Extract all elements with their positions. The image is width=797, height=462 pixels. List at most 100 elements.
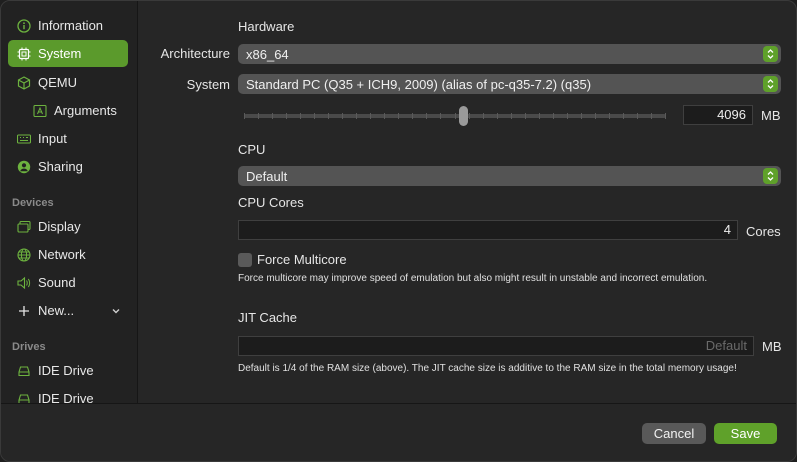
sidebar: Information System QEMU Arguments Input [1, 1, 138, 406]
force-multicore-checkbox[interactable] [238, 253, 252, 267]
slider-tick [426, 113, 427, 119]
keyboard-icon [17, 132, 31, 146]
popup-stepper-icon [763, 168, 778, 184]
memory-slider[interactable] [244, 105, 666, 127]
slider-tick [286, 113, 287, 119]
speaker-icon [17, 276, 31, 290]
slider-tick [623, 113, 624, 119]
cpu-select[interactable]: Default [238, 166, 781, 186]
sidebar-item-input[interactable]: Input [8, 125, 128, 152]
slider-tick [342, 113, 343, 119]
info-icon [17, 18, 31, 33]
sidebar-item-new-device[interactable]: New... [8, 297, 128, 324]
force-multicore-note: Force multicore may improve speed of emu… [238, 273, 708, 284]
slider-tick [651, 113, 652, 119]
slider-tick [539, 113, 540, 119]
memory-unit-label: MB [761, 108, 781, 123]
slider-tick [553, 113, 554, 119]
cpu-icon [17, 47, 31, 61]
sidebar-item-label: Sound [38, 275, 76, 290]
system-value: Standard PC (Q35 + ICH9, 2009) (alias of… [246, 76, 592, 92]
slider-tick [258, 113, 259, 119]
slider-tick [328, 113, 329, 119]
slider-tick [370, 113, 371, 119]
cpu-cores-field[interactable]: 4 [238, 220, 738, 240]
slider-tick [581, 113, 582, 119]
drive-icon [17, 364, 31, 378]
hardware-heading: Hardware [238, 19, 295, 34]
sidebar-item-qemu[interactable]: QEMU [8, 69, 128, 96]
slider-tick [665, 113, 666, 119]
slider-tick [384, 113, 385, 119]
system-settings-panel: Hardware Architecture x86_64 System Stan… [139, 1, 796, 403]
slider-tick [595, 113, 596, 119]
slider-tick [637, 113, 638, 119]
slider-tick [511, 113, 512, 119]
slider-tick [412, 113, 413, 119]
sidebar-item-label: Display [38, 219, 81, 234]
slider-tick [440, 113, 441, 119]
slider-tick [314, 113, 315, 119]
system-label: System [186, 77, 230, 92]
cube-icon [17, 75, 31, 90]
sidebar-item-system[interactable]: System [8, 40, 128, 67]
architecture-value: x86_64 [246, 46, 289, 62]
sidebar-item-label: New... [38, 303, 75, 318]
slider-tick [300, 113, 301, 119]
sidebar-item-label: Information [38, 18, 104, 33]
cpu-cores-heading: CPU Cores [238, 195, 304, 210]
sidebar-item-sound[interactable]: Sound [8, 269, 128, 296]
sidebar-item-display[interactable]: Display [8, 213, 128, 240]
sidebar-item-arguments[interactable]: Arguments [8, 97, 128, 124]
slider-tick [567, 113, 568, 119]
slider-tick [469, 113, 470, 119]
sidebar-item-label: System [38, 46, 82, 61]
text-box-icon [33, 104, 47, 118]
slider-tick [497, 113, 498, 119]
sidebar-item-network[interactable]: Network [8, 241, 128, 268]
architecture-label: Architecture [160, 46, 230, 61]
dialog-footer: Cancel Save [1, 403, 796, 461]
jit-unit-label: MB [762, 339, 782, 354]
architecture-select[interactable]: x86_64 [238, 44, 781, 64]
jit-cache-field[interactable]: Default [238, 336, 754, 356]
sidebar-item-label: QEMU [38, 75, 77, 90]
sidebar-item-label: Sharing [38, 159, 83, 174]
slider-knob[interactable] [459, 106, 468, 126]
force-multicore-label[interactable]: Force Multicore [257, 252, 347, 267]
jit-cache-note: Default is 1/4 of the RAM size (above). … [238, 363, 737, 374]
jit-cache-heading: JIT Cache [238, 310, 298, 325]
cores-unit-label: Cores [746, 224, 781, 239]
globe-icon [17, 247, 31, 262]
sidebar-item-label: Input [38, 131, 67, 146]
slider-tick [272, 113, 273, 119]
sidebar-item-sharing[interactable]: Sharing [8, 153, 128, 180]
display-icon [17, 220, 31, 234]
save-button[interactable]: Save [714, 423, 777, 444]
slider-tick [483, 113, 484, 119]
slider-tick [398, 113, 399, 119]
settings-window: Information System QEMU Arguments Input [0, 0, 797, 462]
cancel-button[interactable]: Cancel [642, 423, 706, 444]
slider-tick [609, 113, 610, 119]
slider-tick [244, 113, 245, 119]
sidebar-item-label: IDE Drive [38, 363, 94, 378]
sidebar-item-label: Network [38, 247, 86, 262]
drives-heading: Drives [12, 341, 46, 353]
sidebar-item-ide-drive-1[interactable]: IDE Drive [8, 357, 128, 384]
person-icon [17, 160, 31, 174]
system-select[interactable]: Standard PC (Q35 + ICH9, 2009) (alias of… [238, 74, 781, 94]
devices-heading: Devices [12, 197, 54, 209]
plus-icon [17, 304, 31, 318]
chevron-down-icon [111, 304, 121, 319]
slider-tick [525, 113, 526, 119]
sidebar-item-information[interactable]: Information [8, 12, 128, 39]
slider-tick [455, 113, 456, 119]
popup-stepper-icon [763, 76, 778, 92]
cpu-heading: CPU [238, 142, 266, 157]
popup-stepper-icon [763, 46, 778, 62]
cpu-value: Default [246, 168, 288, 184]
memory-field[interactable]: 4096 [683, 105, 753, 125]
slider-tick [356, 113, 357, 119]
sidebar-item-label: Arguments [54, 103, 117, 118]
